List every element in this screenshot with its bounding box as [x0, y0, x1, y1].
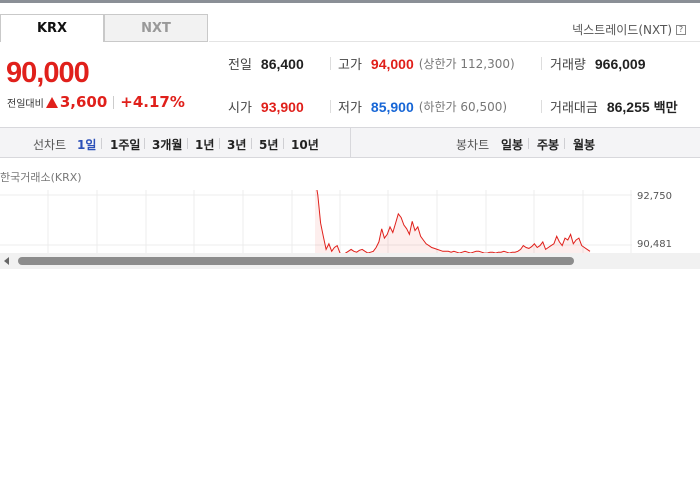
stat-label: 전일 — [228, 58, 252, 73]
stat-value: 94,000 — [370, 55, 414, 72]
chart-period-bar: 선차트 1일 1주일 3개월 1년 3년 5년 10년 봉차트 일봉 주봉 월봉 — [0, 127, 700, 158]
change-value: 3,600 — [59, 93, 108, 111]
price-change: 전일대비 3,600 +4.17% — [7, 93, 185, 111]
stat-label: 시가 — [228, 101, 252, 116]
change-percent: +4.17% — [120, 93, 185, 111]
period-1w[interactable]: 1주일 — [110, 136, 140, 153]
y-tick-label: 90,481 — [637, 239, 672, 250]
divider — [330, 100, 331, 113]
divider — [541, 57, 542, 70]
divider — [113, 95, 115, 109]
stat-label: 거래량 — [550, 58, 586, 73]
stat-unit: 백만 — [653, 100, 678, 115]
candle-monthly[interactable]: 월봉 — [573, 136, 595, 153]
stat-value: 966,009 — [594, 55, 646, 72]
stat-trade-value: 거래대금 86,255 백만 — [550, 97, 678, 117]
lower-limit: (하한가 60,500) — [418, 100, 508, 114]
horizontal-scrollbar[interactable] — [0, 253, 700, 269]
divider — [219, 138, 220, 149]
help-icon[interactable]: ? — [676, 24, 686, 35]
scroll-thumb[interactable] — [18, 257, 574, 265]
candle-weekly[interactable]: 주봉 — [537, 136, 559, 153]
tab-nxt[interactable]: NXT — [104, 14, 208, 42]
stat-value: 93,900 — [260, 98, 304, 115]
stat-volume: 거래량 966,009 — [550, 54, 646, 74]
stat-value: 86,400 — [260, 55, 304, 72]
y-tick-label: 92,750 — [637, 191, 672, 202]
stat-value: 86,255 — [606, 98, 650, 115]
nextrade-link[interactable]: 넥스트레이드(NXT) ? — [572, 21, 686, 38]
chart-svg — [0, 178, 632, 256]
line-chart-label: 선차트 — [33, 138, 67, 152]
stat-label: 고가 — [338, 58, 362, 73]
candle-daily[interactable]: 일봉 — [501, 136, 523, 153]
divider — [283, 138, 284, 149]
change-label: 전일대비 — [7, 98, 44, 110]
divider — [350, 128, 351, 157]
tab-divider — [209, 41, 700, 42]
period-5y[interactable]: 5년 — [259, 136, 278, 153]
stat-label: 거래대금 — [550, 101, 598, 116]
stat-high: 고가 94,000 (상한가 112,300) — [338, 54, 515, 74]
period-1y[interactable]: 1년 — [195, 136, 214, 153]
chart-title: 한국거래소(KRX) — [0, 171, 82, 184]
period-3m[interactable]: 3개월 — [152, 136, 182, 153]
divider — [330, 57, 331, 70]
upper-limit: (상한가 112,300) — [418, 57, 515, 71]
scroll-left-icon[interactable] — [4, 257, 9, 265]
tab-krx[interactable]: KRX — [0, 14, 104, 42]
period-10y[interactable]: 10년 — [291, 136, 319, 153]
stat-open: 시가 93,900 — [228, 97, 304, 117]
stat-value: 85,900 — [370, 98, 414, 115]
divider — [101, 138, 102, 149]
period-1d[interactable]: 1일 — [77, 136, 96, 153]
divider — [541, 100, 542, 113]
current-price: 90,000 — [6, 57, 90, 89]
divider — [564, 138, 565, 149]
divider — [251, 138, 252, 149]
price-chart[interactable]: 92,750 90,481 — [0, 178, 700, 256]
stat-label: 저가 — [338, 101, 362, 116]
divider — [187, 138, 188, 149]
divider — [144, 138, 145, 149]
stat-prev-close: 전일 86,400 — [228, 54, 304, 74]
market-tabs: KRX NXT — [0, 14, 208, 42]
period-3y[interactable]: 3년 — [227, 136, 246, 153]
stat-low: 저가 85,900 (하한가 60,500) — [338, 97, 508, 117]
divider — [528, 138, 529, 149]
top-border — [0, 0, 700, 3]
up-triangle-icon — [45, 96, 58, 108]
nextrade-link-label: 넥스트레이드(NXT) — [572, 23, 672, 37]
candle-chart-label: 봉차트 — [456, 138, 490, 152]
